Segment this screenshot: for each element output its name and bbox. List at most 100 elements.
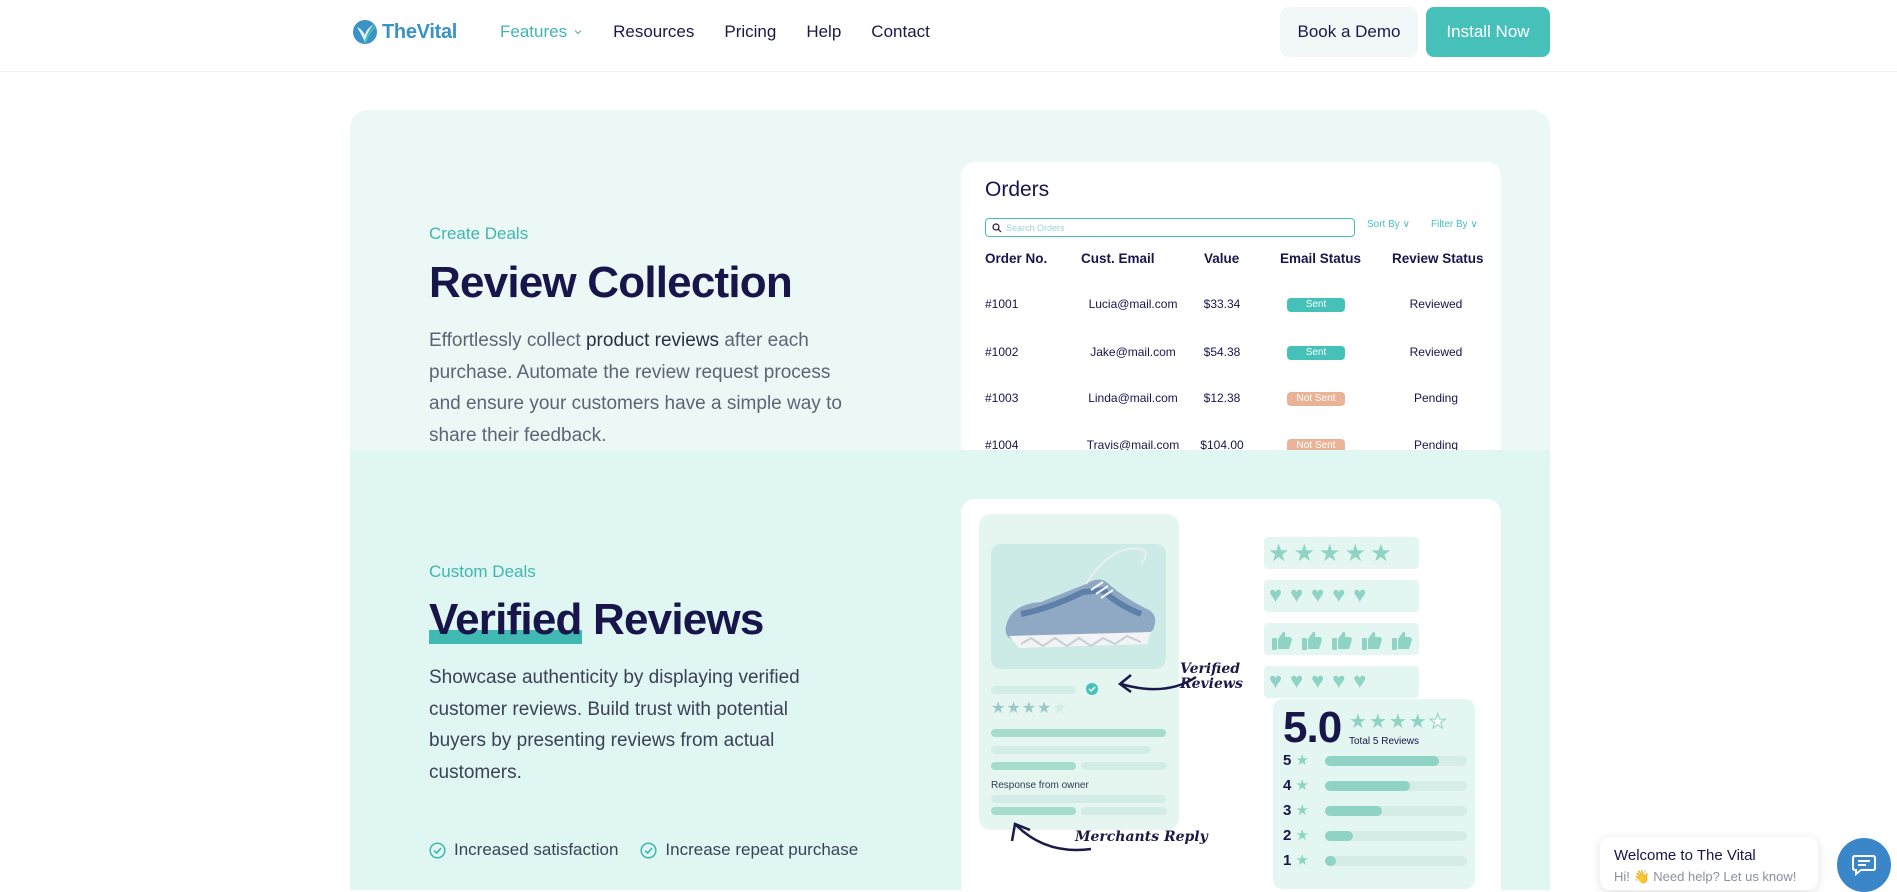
verified-note-line1: Verified bbox=[1180, 661, 1241, 677]
top-nav: TheVital Features Resources Pricing Help… bbox=[0, 0, 1897, 72]
column-header-order-no: Order No. bbox=[985, 251, 1048, 266]
email-status-badge: Sent bbox=[1287, 346, 1345, 360]
star-icons: ★★★★★ bbox=[1268, 540, 1396, 567]
rating-bar bbox=[1325, 806, 1467, 816]
rating-level: 2 ★ bbox=[1283, 827, 1309, 844]
filter-by-button[interactable]: Filter By ∨ bbox=[1431, 219, 1478, 230]
rating-bar-fill bbox=[1325, 756, 1439, 766]
column-header-value: Value bbox=[1204, 251, 1240, 266]
benefit-item: Increased satisfaction bbox=[429, 840, 618, 860]
benefit-list: Increased satisfaction Increase repeat p… bbox=[429, 840, 858, 860]
rating-row-stars: ★★★★★ bbox=[1264, 537, 1419, 569]
order-no: #1004 bbox=[985, 438, 1019, 450]
column-header-email-status: Email Status bbox=[1280, 251, 1362, 266]
placeholder-bar bbox=[1081, 762, 1167, 770]
column-header-review-status: Review Status bbox=[1392, 251, 1484, 266]
order-value: $54.38 bbox=[1203, 345, 1241, 359]
nav-link-resources[interactable]: Resources bbox=[613, 22, 694, 42]
check-circle-icon bbox=[640, 841, 657, 859]
placeholder-bar bbox=[991, 795, 1166, 803]
sort-by-button[interactable]: Sort By ∨ bbox=[1367, 219, 1410, 230]
placeholder-bar bbox=[991, 746, 1151, 754]
logo-icon bbox=[353, 20, 377, 44]
chat-greeting-popup[interactable]: Welcome to The Vital Hi! 👋 Need help? Le… bbox=[1600, 837, 1818, 890]
sneaker-image bbox=[1005, 547, 1156, 648]
order-no: #1002 bbox=[985, 345, 1019, 359]
customer-email: Lucia@mail.com bbox=[1088, 297, 1178, 311]
placeholder-bar bbox=[991, 762, 1076, 770]
chat-icon bbox=[1852, 855, 1876, 876]
response-from-owner-label: Response from owner bbox=[991, 780, 1089, 791]
nav-links: Features Resources Pricing Help Contact bbox=[500, 22, 930, 42]
section2-eyebrow: Custom Deals bbox=[429, 562, 536, 581]
heart-icons: ♥♥♥♥♥ bbox=[1269, 582, 1375, 607]
nav-link-pricing[interactable]: Pricing bbox=[724, 22, 776, 42]
rating-row-hearts-alt: ♥♥♥♥♥ bbox=[1264, 666, 1419, 698]
rating-bar bbox=[1325, 781, 1467, 791]
verified-note-line2: Reviews bbox=[1180, 676, 1243, 692]
email-status-badge: Not Sent bbox=[1287, 392, 1345, 406]
placeholder-bar bbox=[991, 729, 1166, 737]
placeholder-bar bbox=[991, 807, 1076, 815]
rating-bar-fill bbox=[1325, 856, 1337, 866]
chevron-down-icon: ∨ bbox=[1402, 219, 1410, 230]
customer-email: Jake@mail.com bbox=[1090, 345, 1176, 359]
chat-title: Welcome to The Vital bbox=[1614, 847, 1756, 864]
placeholder-bar bbox=[991, 686, 1076, 694]
rating-level: 3 ★ bbox=[1283, 802, 1309, 819]
order-value: $104.00 bbox=[1200, 438, 1244, 450]
chevron-down-icon: ∨ bbox=[1470, 219, 1478, 230]
nav-link-help[interactable]: Help bbox=[806, 22, 841, 42]
nav-link-label: Features bbox=[500, 22, 568, 41]
average-score: 5.0 bbox=[1283, 703, 1342, 752]
orders-title: Orders bbox=[985, 178, 1050, 201]
nav-link-features[interactable]: Features bbox=[500, 22, 583, 42]
install-now-button[interactable]: Install Now bbox=[1426, 7, 1550, 57]
benefit-label: Increased satisfaction bbox=[454, 840, 619, 859]
heart-icons: ♥♥♥♥♥ bbox=[1269, 668, 1375, 693]
rating-bar bbox=[1325, 856, 1467, 866]
heading-rest: Reviews bbox=[581, 595, 764, 644]
chevron-down-icon bbox=[574, 30, 582, 35]
placeholder-bar bbox=[1081, 807, 1167, 815]
review-status: Pending bbox=[1413, 391, 1459, 405]
book-demo-button[interactable]: Book a Demo bbox=[1280, 7, 1418, 57]
section2-description: Showcase authenticity by displaying veri… bbox=[429, 667, 800, 783]
product-star-rating: ★★★★★ bbox=[991, 700, 1068, 717]
filter-by-label: Filter By bbox=[1431, 219, 1468, 230]
verified-reviews-note: Verified Reviews bbox=[1180, 662, 1243, 692]
customer-email: Linda@mail.com bbox=[1088, 391, 1178, 405]
section1-description: Effortlessly collect product reviews aft… bbox=[429, 325, 849, 451]
thumbs-up-icons bbox=[1272, 631, 1412, 650]
rating-bar-fill bbox=[1325, 831, 1354, 841]
column-header-email: Cust. Email bbox=[1081, 251, 1155, 266]
email-status-badge: Not Sent bbox=[1287, 439, 1345, 450]
rating-bar-fill bbox=[1325, 781, 1411, 791]
star-icon: ★ bbox=[1295, 802, 1309, 819]
order-no: #1003 bbox=[985, 391, 1019, 405]
product-image bbox=[991, 544, 1166, 669]
rating-bar bbox=[1325, 831, 1467, 841]
rating-level: 4 ★ bbox=[1283, 777, 1309, 794]
order-no: #1001 bbox=[985, 297, 1019, 311]
brand-name: TheVital bbox=[382, 20, 458, 43]
review-status: Reviewed bbox=[1409, 345, 1463, 359]
rating-row-thumbs bbox=[1264, 623, 1419, 655]
sort-by-label: Sort By bbox=[1367, 219, 1400, 230]
section1-desc-start: Effortlessly collect bbox=[429, 330, 586, 351]
review-status: Pending bbox=[1413, 438, 1459, 450]
star-icon: ★ bbox=[1295, 752, 1309, 769]
review-status: Reviewed bbox=[1409, 297, 1463, 311]
rating-summary-card: 5.0 ★★★★★ Total 5 Reviews 5 ★ 4 ★ 3 ★ 2 … bbox=[1273, 699, 1475, 889]
rating-row-hearts: ♥♥♥♥♥ bbox=[1264, 580, 1419, 612]
chat-launcher-button[interactable] bbox=[1837, 838, 1891, 892]
nav-link-contact[interactable]: Contact bbox=[871, 22, 930, 42]
orders-search-input[interactable]: Search Orders bbox=[985, 218, 1355, 237]
logo[interactable]: TheVital bbox=[352, 19, 457, 45]
search-placeholder: Search Orders bbox=[1006, 222, 1065, 233]
section1-heading: Review Collection bbox=[429, 258, 793, 307]
orders-card: Orders Search Orders Sort By ∨ Filter By… bbox=[961, 162, 1501, 450]
chat-subtitle: Hi! 👋 Need help? Let us know! bbox=[1614, 869, 1797, 884]
rating-level: 5 ★ bbox=[1283, 752, 1309, 769]
verified-badge-icon bbox=[1086, 683, 1098, 695]
